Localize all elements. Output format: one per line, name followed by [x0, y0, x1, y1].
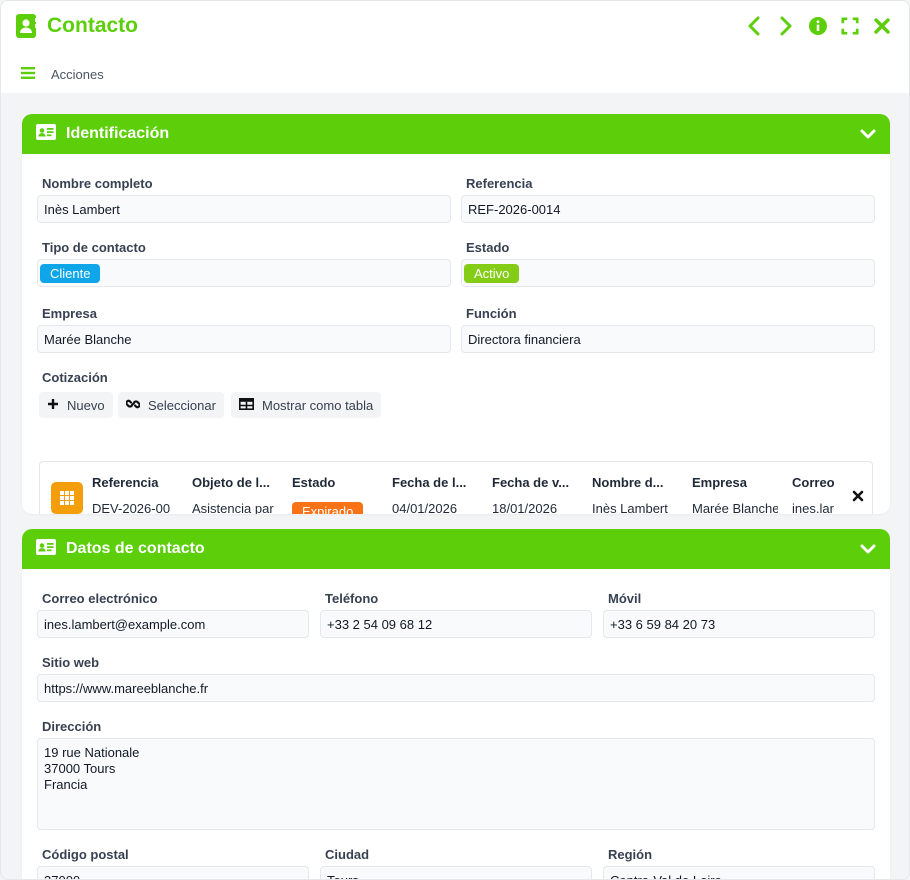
empresa-field[interactable]: Marée Blanche	[37, 325, 451, 353]
chevron-left-icon[interactable]	[745, 15, 763, 37]
col-header[interactable]: Fecha de v...	[492, 475, 578, 490]
link-icon	[125, 397, 141, 414]
identificacion-title: Identificación	[66, 125, 170, 142]
estado-badge: Activo	[464, 263, 520, 283]
referencia-label: Referencia	[466, 176, 533, 191]
col-header[interactable]: Referencia	[92, 475, 178, 490]
page-title: Contacto	[47, 14, 138, 37]
mostrar-tabla-button[interactable]: Mostrar como tabla	[231, 392, 382, 418]
estado-field[interactable]: Activo	[461, 259, 875, 287]
direccion-line: Francia	[44, 777, 88, 792]
table-cell[interactable]: DEV-2026-00	[92, 501, 178, 514]
web-field[interactable]: https://www.mareeblanche.fr	[37, 674, 875, 702]
seleccionar-label: Seleccionar	[148, 397, 216, 413]
datos-contacto-title: Datos de contacto	[66, 540, 205, 557]
table-cell[interactable]: 04/01/2026	[392, 501, 478, 514]
ciudad-label: Ciudad	[325, 847, 370, 862]
col-header[interactable]: Fecha de l...	[392, 475, 478, 490]
movil-field[interactable]: +33 6 59 84 20 73	[603, 610, 875, 638]
table-cell[interactable]: ines.lar	[792, 501, 836, 514]
direccion-field[interactable]: 19 rue Nationale 37000 Tours Francia	[37, 738, 875, 830]
funcion-field[interactable]: Directora financiera	[461, 325, 875, 353]
col-header[interactable]: Correo	[792, 475, 836, 490]
fullscreen-icon[interactable]	[841, 15, 859, 37]
table-icon	[239, 397, 254, 413]
plus-icon	[47, 398, 59, 413]
col-header[interactable]: Estado	[292, 475, 378, 490]
identificacion-header[interactable]: Identificación	[22, 114, 890, 154]
tipo-badge: Cliente	[40, 263, 101, 283]
ciudad-field[interactable]: Tours	[320, 866, 592, 879]
nombre-label: Nombre completo	[42, 176, 153, 191]
id-card-icon	[36, 538, 56, 560]
table-cell[interactable]: 18/01/2026	[492, 501, 578, 514]
id-card-icon	[36, 123, 56, 145]
contact-book-icon	[15, 13, 37, 39]
correo-label: Correo electrónico	[42, 591, 158, 606]
tipo-field[interactable]: Cliente	[37, 259, 451, 287]
grid-icon	[51, 482, 83, 514]
empresa-label: Empresa	[42, 306, 97, 321]
region-field[interactable]: Centre-Val de Loire	[603, 866, 875, 879]
window-actions	[745, 15, 891, 37]
correo-field[interactable]: ines.lambert@example.com	[37, 610, 309, 638]
cp-label: Código postal	[42, 847, 129, 862]
hamburger-icon[interactable]	[21, 67, 35, 82]
remove-row-icon[interactable]	[852, 490, 864, 502]
col-header[interactable]: Objeto de l...	[192, 475, 278, 490]
info-icon[interactable]	[809, 15, 827, 37]
col-header[interactable]: Empresa	[692, 475, 778, 490]
chevron-right-icon[interactable]	[777, 15, 795, 37]
mostrar-tabla-label: Mostrar como tabla	[262, 397, 374, 413]
title-row: Contacto	[15, 13, 138, 39]
tipo-label: Tipo de contacto	[42, 240, 146, 255]
cotizacion-table: Referencia Objeto de l... Estado Fecha d…	[39, 461, 873, 514]
telefono-label: Teléfono	[325, 591, 379, 606]
movil-label: Móvil	[608, 591, 642, 606]
close-icon[interactable]	[873, 15, 891, 37]
top-bar: Contacto Acciones	[1, 1, 909, 93]
telefono-field[interactable]: +33 2 54 09 68 12	[320, 610, 592, 638]
datos-contacto-section: Datos de contacto Correo electrónico ine…	[22, 529, 890, 879]
cp-field[interactable]: 37000	[37, 866, 309, 879]
datos-contacto-header[interactable]: Datos de contacto	[22, 529, 890, 569]
referencia-field[interactable]: REF-2026-0014	[461, 195, 875, 223]
table-cell[interactable]: Marée Blanche	[692, 501, 778, 514]
actions-menu-label[interactable]: Acciones	[51, 67, 104, 82]
direccion-line: 37000 Tours	[44, 761, 116, 776]
region-label: Región	[608, 847, 653, 862]
funcion-label: Función	[466, 306, 517, 321]
table-cell[interactable]: Expirado	[292, 502, 378, 514]
direccion-label: Dirección	[42, 719, 102, 734]
chevron-down-icon[interactable]	[860, 129, 876, 139]
table-cell[interactable]: Asistencia par	[192, 501, 278, 514]
estado-label: Estado	[466, 240, 510, 255]
actions-menu[interactable]: Acciones	[21, 67, 104, 82]
chevron-down-icon[interactable]	[860, 544, 876, 554]
web-label: Sitio web	[42, 655, 100, 670]
contact-window: Contacto Acciones Identificación Nombre …	[0, 0, 910, 880]
direccion-line: 19 rue Nationale	[44, 745, 140, 760]
nuevo-label: Nuevo	[67, 397, 105, 413]
nuevo-button[interactable]: Nuevo	[39, 392, 113, 418]
col-header[interactable]: Nombre d...	[592, 475, 678, 490]
table-cell[interactable]: Inès Lambert	[592, 501, 678, 514]
seleccionar-button[interactable]: Seleccionar	[118, 392, 224, 418]
nombre-field[interactable]: Inès Lambert	[37, 195, 451, 223]
status-badge: Expirado	[292, 502, 364, 514]
cotizacion-label: Cotización	[42, 370, 108, 385]
identificacion-section: Identificación Nombre completo Inès Lamb…	[22, 114, 890, 514]
